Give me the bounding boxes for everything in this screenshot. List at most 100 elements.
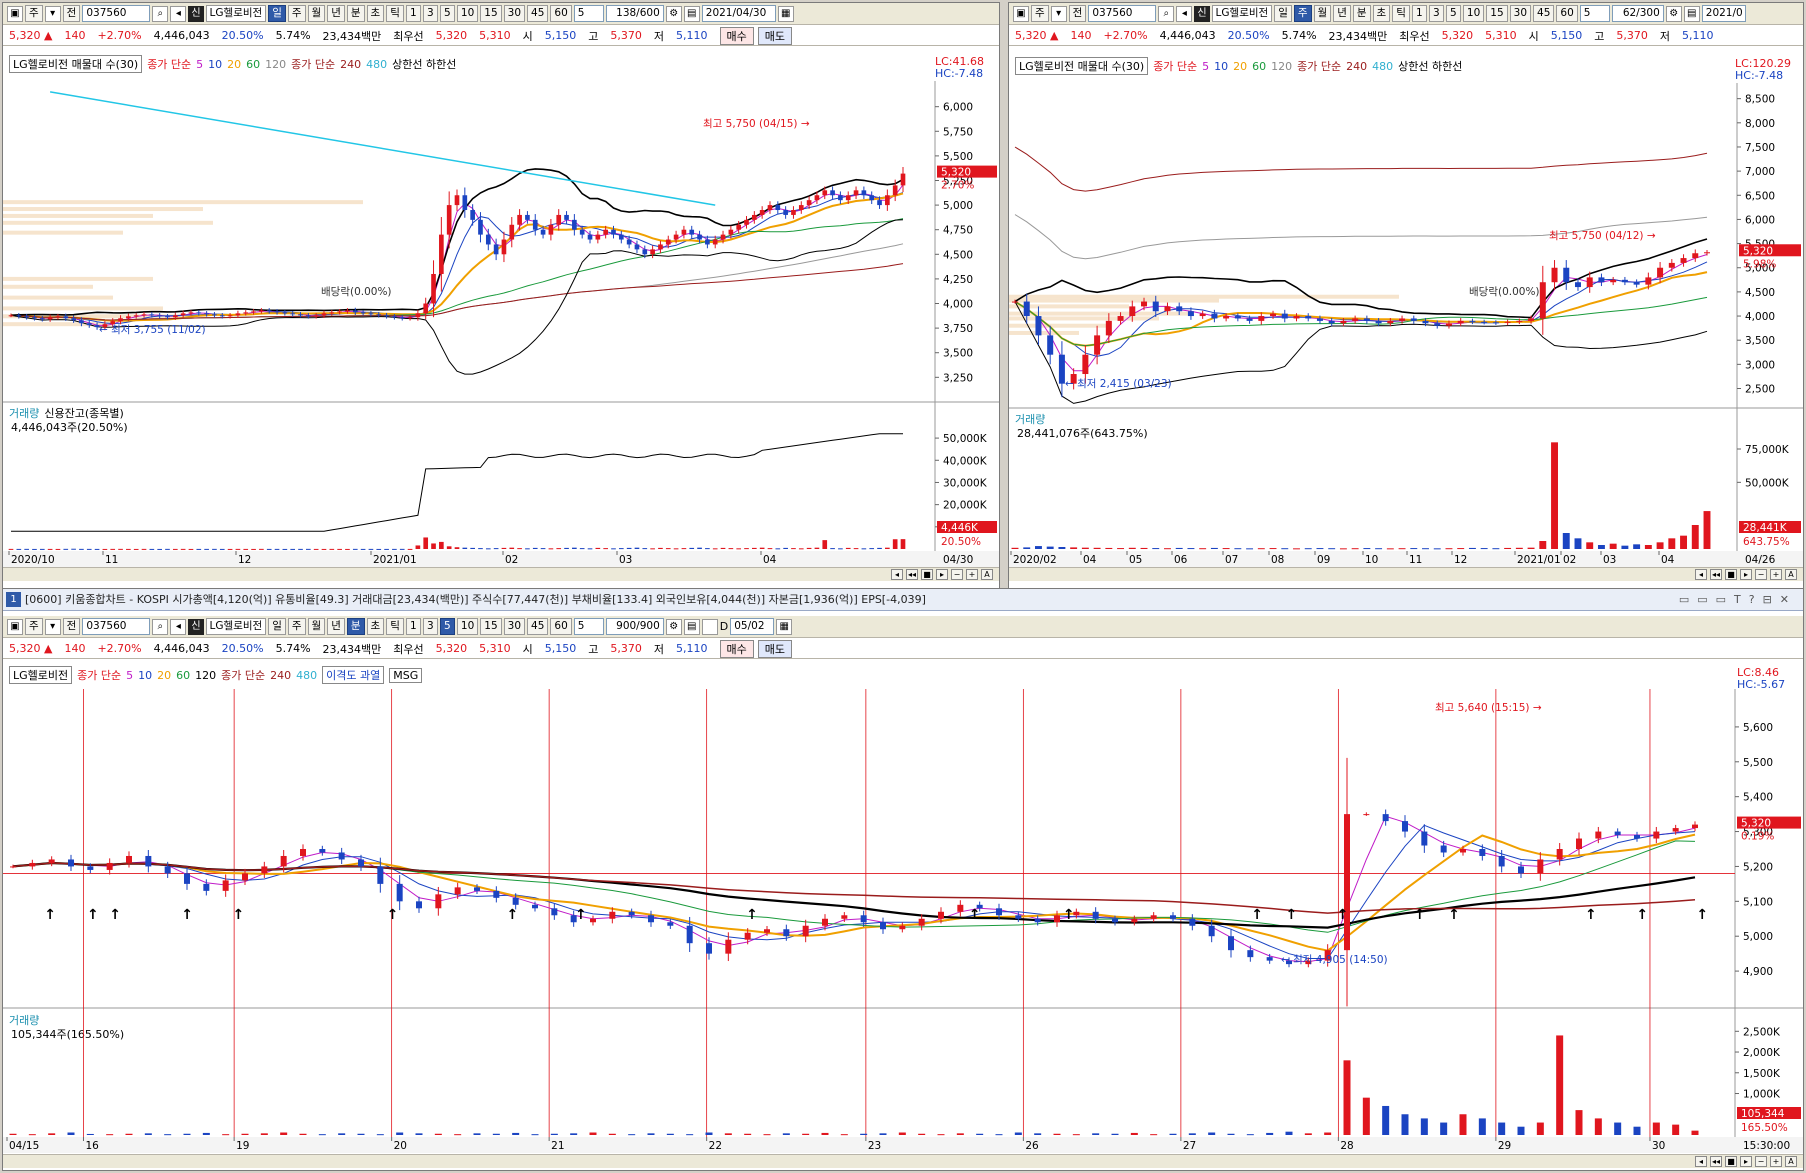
- scroll-left-icon[interactable]: ◂: [1695, 1156, 1707, 1167]
- sell-button[interactable]: 매도: [757, 639, 793, 658]
- num-30[interactable]: 30: [503, 5, 526, 22]
- weekly-volume-chart[interactable]: 50,000K 75,000K 28,441K 643.75%: [1009, 409, 1804, 551]
- zoom-in-icon[interactable]: +: [1770, 569, 1782, 580]
- period-month[interactable]: 월: [1313, 5, 1332, 22]
- date-input[interactable]: 2021/04/30: [701, 5, 776, 22]
- num-10[interactable]: 10: [1462, 5, 1485, 22]
- save-icon[interactable]: ▤: [683, 5, 700, 22]
- num-45[interactable]: 45: [527, 618, 549, 635]
- period-year[interactable]: 년: [327, 618, 345, 635]
- num-15[interactable]: 15: [1486, 5, 1508, 22]
- calendar-icon[interactable]: ▦: [776, 618, 793, 635]
- num-15[interactable]: 15: [480, 5, 502, 22]
- period-month[interactable]: 월: [307, 5, 326, 22]
- stock-name[interactable]: LG헬로비전: [205, 618, 267, 635]
- period-day[interactable]: 일: [268, 5, 286, 22]
- interval-select[interactable]: 5: [573, 5, 604, 22]
- type-button[interactable]: 주: [25, 5, 43, 22]
- num-1[interactable]: 1: [1411, 5, 1427, 22]
- calendar-icon[interactable]: ▦: [777, 5, 794, 22]
- num-1[interactable]: 1: [405, 5, 421, 22]
- play-icon[interactable]: ▸: [1740, 1156, 1752, 1167]
- play-back-icon[interactable]: ◂◂: [1710, 569, 1722, 580]
- search-icon[interactable]: ⌕: [1158, 5, 1175, 22]
- num-45[interactable]: 45: [527, 5, 549, 22]
- num-15[interactable]: 15: [480, 618, 502, 635]
- period-tick[interactable]: 틱: [386, 5, 404, 22]
- period-week[interactable]: 주: [287, 618, 306, 635]
- stop-icon[interactable]: ■: [1725, 569, 1737, 580]
- play-icon[interactable]: ▸: [1740, 569, 1752, 580]
- code-input[interactable]: 037560: [1088, 5, 1157, 22]
- settings-icon[interactable]: ⚙: [665, 618, 682, 635]
- period-day[interactable]: 일: [1274, 5, 1292, 22]
- num-60[interactable]: 60: [550, 618, 572, 635]
- num-45[interactable]: 45: [1533, 5, 1555, 22]
- num-10[interactable]: 10: [456, 5, 479, 22]
- save-icon[interactable]: ▤: [683, 618, 700, 635]
- period-tick[interactable]: 틱: [386, 618, 404, 635]
- font-icon[interactable]: A: [981, 569, 993, 580]
- zoom-in-icon[interactable]: +: [1770, 1156, 1782, 1167]
- type-button[interactable]: 주: [25, 618, 43, 635]
- code-input[interactable]: 037560: [82, 618, 151, 635]
- window-icon[interactable]: ▣: [1013, 5, 1029, 22]
- period-tick[interactable]: 틱: [1392, 5, 1410, 22]
- zoom-in-icon[interactable]: +: [966, 569, 978, 580]
- legend-disparity[interactable]: 이격도 과열: [322, 666, 385, 684]
- stop-icon[interactable]: ■: [1725, 1156, 1737, 1167]
- zoom-out-icon[interactable]: −: [1755, 569, 1767, 580]
- minute-price-chart[interactable]: 4,9005,0005,1005,2005,3005,4005,5005,600…: [3, 689, 1804, 1009]
- daily-price-chart[interactable]: 3,250 3,500 3,750 4,000 4,250 4,500 4,750 5,000…: [3, 81, 1000, 403]
- count-input[interactable]: 138/600: [605, 5, 664, 22]
- num-3[interactable]: 3: [422, 618, 438, 635]
- num-3[interactable]: 3: [1428, 5, 1444, 22]
- weekly-scroll-bar[interactable]: ◂ ◂◂ ■ ▸ − + A: [1009, 567, 1803, 581]
- num-1[interactable]: 1: [405, 618, 421, 635]
- minute-volume-chart[interactable]: 1,000K 1,500K 2,000K 2,500K 105,344 165.50%: [3, 1009, 1804, 1137]
- legend-name[interactable]: LG헬로비전 매물대 수(30): [9, 55, 143, 73]
- period-second[interactable]: 초: [1372, 5, 1391, 22]
- speaker-icon[interactable]: ◂: [170, 618, 187, 635]
- chevron-down-icon[interactable]: ▾: [44, 5, 61, 22]
- settings-icon[interactable]: ⚙: [1665, 5, 1682, 22]
- period-minute[interactable]: 분: [346, 5, 365, 22]
- period-day[interactable]: 일: [268, 618, 286, 635]
- settings-icon[interactable]: ⚙: [665, 5, 682, 22]
- speaker-icon[interactable]: ◂: [170, 5, 187, 22]
- legend-name[interactable]: LG헬로비전: [9, 666, 73, 684]
- period-year[interactable]: 년: [1333, 5, 1351, 22]
- checkbox[interactable]: [701, 618, 718, 635]
- code-input[interactable]: 037560: [82, 5, 151, 22]
- period-minute[interactable]: 분: [1352, 5, 1371, 22]
- num-60[interactable]: 60: [1556, 5, 1578, 22]
- scroll-left-icon[interactable]: ◂: [1695, 569, 1707, 580]
- play-icon[interactable]: ▸: [936, 569, 948, 580]
- date-input[interactable]: 05/02: [730, 618, 775, 635]
- count-input[interactable]: 900/900: [605, 618, 664, 635]
- period-week[interactable]: 주: [287, 5, 306, 22]
- legend-name[interactable]: LG헬로비전 매물대 수(30): [1015, 57, 1149, 75]
- count-input[interactable]: 62/300: [1611, 5, 1664, 22]
- save-icon[interactable]: ▤: [1683, 5, 1700, 22]
- stock-name[interactable]: LG헬로비전: [1211, 5, 1273, 22]
- play-back-icon[interactable]: ◂◂: [906, 569, 918, 580]
- stock-name[interactable]: LG헬로비전: [205, 5, 267, 22]
- sell-button[interactable]: 매도: [757, 26, 793, 45]
- num-5[interactable]: 5: [439, 618, 455, 635]
- prev-button[interactable]: 전: [1068, 5, 1087, 22]
- legend-msg[interactable]: MSG: [389, 667, 423, 683]
- daily-scroll-bar[interactable]: ◂ ◂◂ ■ ▸ − + A: [3, 567, 999, 581]
- weekly-price-chart[interactable]: 2,5003,0003,5004,0004,5005,0005,5006,000…: [1009, 83, 1804, 409]
- period-second[interactable]: 초: [366, 618, 385, 635]
- interval-select[interactable]: 5: [573, 618, 604, 635]
- num-5[interactable]: 5: [439, 5, 455, 22]
- num-30[interactable]: 30: [503, 618, 526, 635]
- search-icon[interactable]: ⌕: [152, 618, 169, 635]
- num-10[interactable]: 10: [456, 618, 479, 635]
- num-3[interactable]: 3: [422, 5, 438, 22]
- type-button[interactable]: 주: [1031, 5, 1049, 22]
- minute-scroll-bar[interactable]: ◂ ◂◂ ■ ▸ − + A: [3, 1154, 1803, 1168]
- daily-volume-chart[interactable]: 10,000K20,000K30,000K40,000K50,000K4,446…: [3, 403, 1000, 551]
- period-minute[interactable]: 분: [346, 618, 365, 635]
